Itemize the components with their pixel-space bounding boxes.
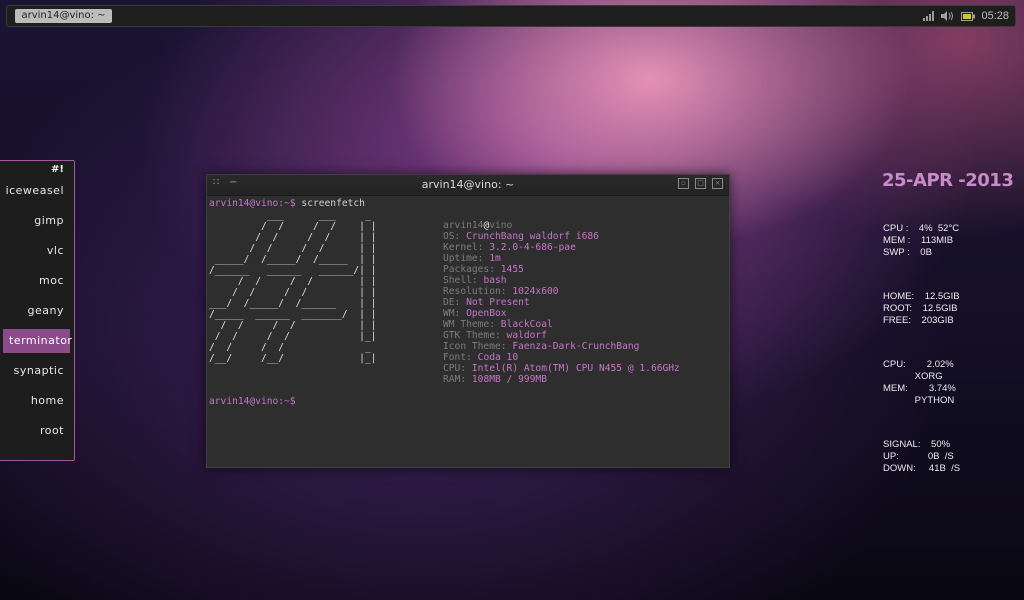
maximize-icon[interactable]: □ — [695, 178, 706, 189]
menu-item-root[interactable]: root — [3, 419, 70, 443]
conky-top-mem-proc: PYTHON — [883, 395, 955, 406]
conky-date: 25-APR -2013 — [882, 170, 1014, 191]
conky-top-cpu: CPU: 2.02% — [883, 359, 954, 370]
conky-home: HOME: 12.5GIB — [883, 291, 960, 302]
conky-top-cpu-proc: XORG — [883, 371, 943, 382]
info-gtk-theme: GTK Theme: waldorf — [443, 330, 547, 341]
conky-root: ROOT: 12.5GIB — [883, 303, 958, 314]
conky-top: CPU: 2.02% XORG MEM: 3.74% PYTHON — [883, 359, 956, 407]
prompt: arvin14@vino:~$ — [209, 198, 296, 209]
ascii-logo: ___ ___ _ / / / / | | / / / / | | / / / … — [209, 210, 377, 364]
conky-swap: SWP : 0B — [883, 247, 932, 258]
info-font: Font: Coda 10 — [443, 352, 519, 363]
top-panel: arvin14@vino: ~ 05:28 — [6, 5, 1016, 27]
menu-item-vlc[interactable]: vlc — [3, 239, 70, 263]
prompt-end: arvin14@vino:~$ — [209, 396, 296, 407]
info-packages: Packages: 1455 — [443, 264, 524, 275]
info-user: arvin14@vino — [443, 220, 513, 231]
command: screenfetch — [295, 198, 365, 209]
system-info: arvin14@vino OS: CrunchBang waldorf i686… — [443, 220, 680, 385]
conky-mem: MEM : 113MIB — [883, 235, 954, 246]
info-cpu: CPU: Intel(R) Atom(TM) CPU N455 @ 1.66GH… — [443, 363, 680, 374]
terminal-window: ∷ − arvin14@vino: ~ ▫ □ × arvin14@vino:~… — [206, 174, 730, 468]
conky-system: CPU : 4% 52°C MEM : 113MIB SWP : 0B — [883, 223, 959, 259]
info-wm: WM: OpenBox — [443, 308, 507, 319]
terminal-output[interactable]: arvin14@vino:~$ screenfetch ___ ___ _ / … — [209, 197, 725, 463]
conky-down: DOWN: 41B /S — [883, 463, 961, 474]
conky-top-mem: MEM: 3.74% — [883, 383, 956, 394]
menu-item-synaptic[interactable]: synaptic — [3, 359, 70, 383]
menu-title: #! — [51, 164, 64, 175]
info-ram: RAM: 108MB / 999MB — [443, 374, 547, 385]
menu-item-iceweasel[interactable]: iceweasel — [3, 179, 70, 203]
info-os: OS: CrunchBang waldorf i686 — [443, 231, 599, 242]
info-uptime: Uptime: 1m — [443, 253, 501, 264]
system-tray: 05:28 — [923, 8, 1009, 24]
conky-signal: SIGNAL: 50% — [883, 439, 951, 450]
menu-item-gimp[interactable]: gimp — [3, 209, 70, 233]
menu-item-geany[interactable]: geany — [3, 299, 70, 323]
volume-icon[interactable] — [941, 11, 955, 21]
info-wm-theme: WM Theme: BlackCoal — [443, 319, 553, 330]
info-de: DE: Not Present — [443, 297, 530, 308]
clock[interactable]: 05:28 — [981, 10, 1009, 22]
menu-item-moc[interactable]: moc — [3, 269, 70, 293]
conky-network: SIGNAL: 50% UP: 0B /S DOWN: 41B /S — [883, 439, 960, 475]
close-icon[interactable]: × — [712, 178, 723, 189]
battery-icon[interactable] — [961, 11, 976, 21]
conky-up: UP: 0B /S — [883, 451, 954, 462]
signal-icon[interactable] — [923, 11, 935, 21]
taskbar-window-button[interactable]: arvin14@vino: ~ — [15, 9, 112, 23]
openbox-menu: #! iceweasel gimp vlc moc geany terminat… — [0, 160, 75, 461]
info-kernel: Kernel: 3.2.0-4-686-pae — [443, 242, 576, 253]
menu-item-home[interactable]: home — [3, 389, 70, 413]
info-icon-theme: Icon Theme: Faenza-Dark-CrunchBang — [443, 341, 640, 352]
info-shell: Shell: bash — [443, 275, 507, 286]
terminal-title: arvin14@vino: ~ — [421, 178, 515, 191]
conky-cpu: CPU : 4% 52°C — [883, 223, 960, 234]
conky-disk: HOME: 12.5GIB ROOT: 12.5GIB FREE: 203GIB — [883, 291, 960, 327]
terminal-titlebar[interactable]: ∷ − arvin14@vino: ~ ▫ □ × — [207, 175, 729, 196]
menu-item-terminator[interactable]: terminator — [3, 329, 72, 353]
info-resolution: Resolution: 1024x600 — [443, 286, 559, 297]
iconify-icon[interactable]: ▫ — [678, 178, 689, 189]
command-line: arvin14@vino:~$ screenfetch — [209, 198, 365, 209]
conky-free: FREE: 203GIB — [883, 315, 954, 326]
